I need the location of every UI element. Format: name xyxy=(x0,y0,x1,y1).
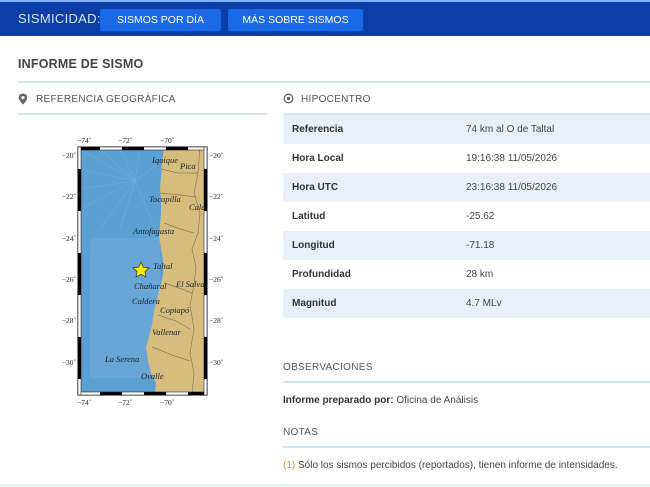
lat-tick: −26˚ xyxy=(62,275,76,284)
row-value: -25.62 xyxy=(466,202,650,231)
prepared-by-value: Oficina de Análisis xyxy=(396,395,479,406)
place-label: Ovalle xyxy=(141,371,164,381)
geo-reference-divider xyxy=(18,113,267,115)
prepared-by-label: Informe preparado por: xyxy=(283,395,394,406)
place-label: Vallenar xyxy=(152,327,181,337)
lat-tick: −24˚ xyxy=(62,234,76,243)
note-item: (1) Sólo los sismos percibidos (reportad… xyxy=(283,460,618,471)
lat-tick: −22˚ xyxy=(209,192,223,201)
place-label: El Salva xyxy=(175,279,205,289)
top-nav-bar: SISMICIDAD: SISMOS POR DÍA MÁS SOBRE SIS… xyxy=(0,0,650,36)
row-label: Profundidad xyxy=(283,260,466,289)
place-label: Chañaral xyxy=(134,281,167,291)
hypocenter-title: HIPOCENTRO xyxy=(301,94,371,105)
notas-title: NOTAS xyxy=(283,427,319,438)
note-text: Sólo los sismos percibidos (reportados),… xyxy=(298,460,618,471)
nav-label: SISMICIDAD: xyxy=(18,11,101,26)
lat-tick: −24˚ xyxy=(209,234,223,243)
row-label: Referencia xyxy=(283,115,466,144)
table-row: Profundidad 28 km xyxy=(283,260,650,289)
map-lat-ticks-right: −20˚ −22˚ −24˚ −26˚ −28˚ −30˚ xyxy=(209,151,223,367)
geo-reference-title: REFERENCIA GEOGRÁFICA xyxy=(36,94,176,105)
lat-tick: −26˚ xyxy=(209,275,223,284)
lat-tick: −20˚ xyxy=(62,151,76,160)
lat-tick: −22˚ xyxy=(62,192,76,201)
table-row: Latitud -25.62 xyxy=(283,202,650,231)
lon-tick: −74˚ xyxy=(77,398,91,407)
notas-divider xyxy=(283,446,650,448)
table-row: Magnitud 4.7 MLv xyxy=(283,289,650,318)
lat-tick: −30˚ xyxy=(62,358,76,367)
epicenter-map: −74˚ −72˚ −70˚ −74˚ −72˚ −70˚ −20˚ −22˚ … xyxy=(60,133,260,408)
place-label: La Serena xyxy=(104,354,139,364)
place-label: Tocopilla xyxy=(149,194,181,204)
sismos-por-dia-button[interactable]: SISMOS POR DÍA xyxy=(100,9,221,31)
hypocenter-table: Referencia 74 km al O de Taltal Hora Loc… xyxy=(283,115,650,318)
mas-sobre-sismos-button[interactable]: MÁS SOBRE SISMOS xyxy=(228,9,363,31)
lon-tick: −74˚ xyxy=(77,136,91,145)
map-lat-ticks-left: −20˚ −22˚ −24˚ −26˚ −28˚ −30˚ xyxy=(62,151,76,367)
target-icon xyxy=(283,93,294,107)
row-label: Hora UTC xyxy=(283,173,466,202)
map-lon-ticks-top: −74˚ −72˚ −70˚ xyxy=(77,136,174,145)
lon-tick: −72˚ xyxy=(118,136,132,145)
lat-tick: −20˚ xyxy=(209,151,223,160)
place-label: Taltal xyxy=(153,261,173,271)
row-label: Latitud xyxy=(283,202,466,231)
map-lon-ticks-bottom: −74˚ −72˚ −70˚ xyxy=(77,398,174,407)
lon-tick: −72˚ xyxy=(118,398,132,407)
place-label: Antofagasta xyxy=(132,226,174,236)
lat-tick: −30˚ xyxy=(209,358,223,367)
row-value: 4.7 MLv xyxy=(466,289,650,318)
row-value: 28 km xyxy=(466,260,650,289)
title-divider xyxy=(18,81,650,83)
hypocenter-header: HIPOCENTRO xyxy=(283,93,533,108)
place-label: Iquique xyxy=(151,155,178,165)
lat-tick: −28˚ xyxy=(209,316,223,325)
geo-reference-header: REFERENCIA GEOGRÁFICA xyxy=(18,93,268,108)
table-row: Longitud -71.18 xyxy=(283,231,650,260)
table-row: Referencia 74 km al O de Taltal xyxy=(283,115,650,144)
map-pin-icon xyxy=(18,93,28,108)
lon-tick: −70˚ xyxy=(160,398,174,407)
place-label: Cala xyxy=(189,202,206,212)
row-label: Magnitud xyxy=(283,289,466,318)
table-row: Hora Local 19:16:38 11/05/2026 xyxy=(283,144,650,173)
place-label: Caldera xyxy=(132,296,160,306)
observaciones-title: OBSERVACIONES xyxy=(283,362,373,373)
lon-tick: −70˚ xyxy=(160,136,174,145)
table-row: Hora UTC 23:16:38 11/05/2026 xyxy=(283,173,650,202)
place-label: Copiapó xyxy=(160,305,190,315)
row-value: 19:16:38 11/05/2026 xyxy=(466,144,650,173)
note-number: (1) xyxy=(283,460,296,471)
prepared-by-line: Informe preparado por: Oficina de Anális… xyxy=(283,395,478,406)
row-label: Hora Local xyxy=(283,144,466,173)
row-value: 74 km al O de Taltal xyxy=(466,115,650,144)
lat-tick: −28˚ xyxy=(62,316,76,325)
observaciones-divider xyxy=(283,381,650,383)
page-title: INFORME DE SISMO xyxy=(18,57,144,71)
row-value: -71.18 xyxy=(466,231,650,260)
row-value: 23:16:38 11/05/2026 xyxy=(466,173,650,202)
row-label: Longitud xyxy=(283,231,466,260)
place-label: Pica xyxy=(179,161,196,171)
